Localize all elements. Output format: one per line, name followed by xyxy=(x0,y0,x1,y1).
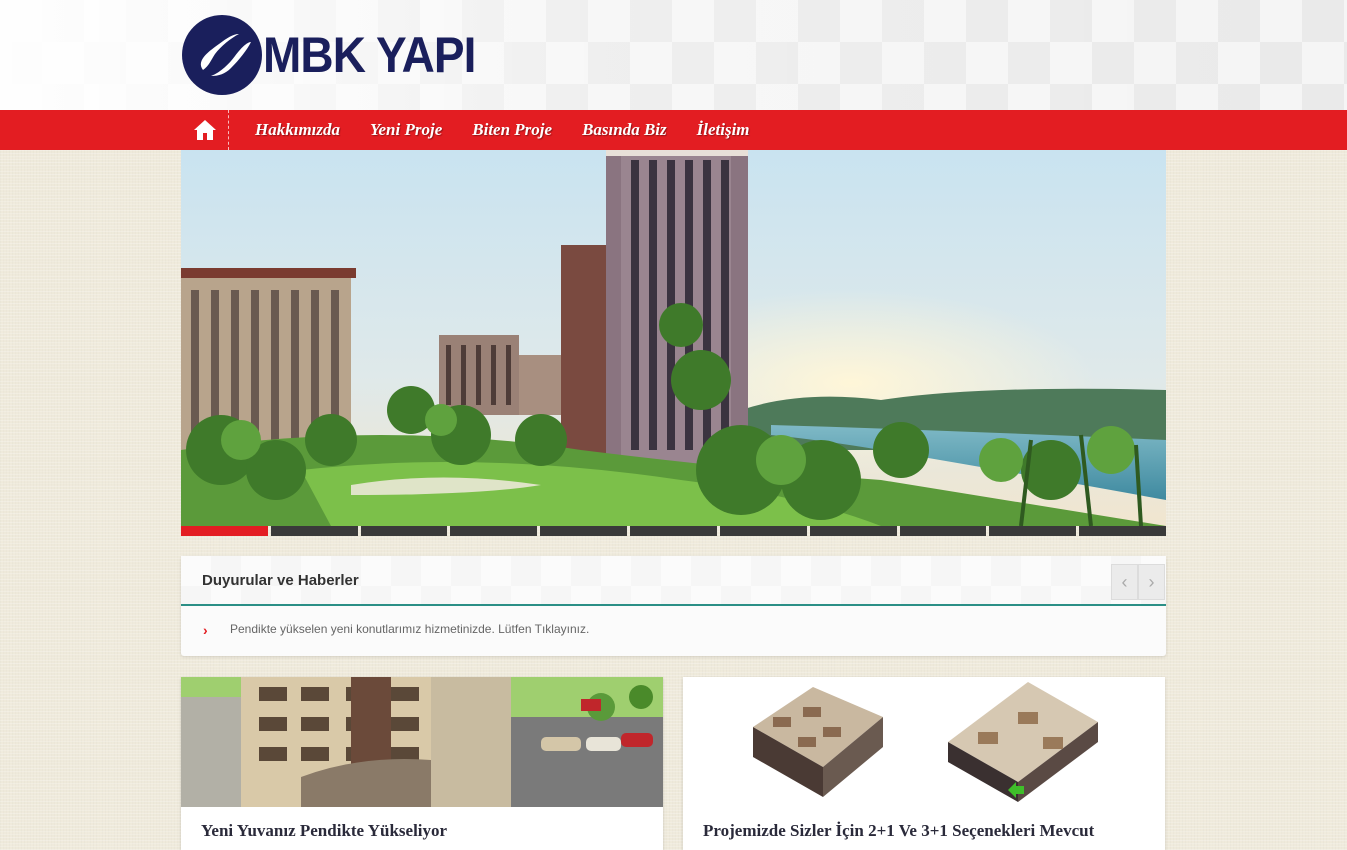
logo-text: MBK YAPI xyxy=(263,27,476,83)
project-card-title[interactable]: Yeni Yuvanız Pendikte Yükseliyor xyxy=(201,821,447,841)
slider-dot-1[interactable] xyxy=(181,526,268,536)
nav-item-hakkimizda[interactable]: Hakkımızda xyxy=(255,120,340,140)
news-header: Duyurular ve Haberler ‹ › xyxy=(181,556,1166,606)
nav-item-biten-proje[interactable]: Biten Proje xyxy=(472,120,552,140)
slider-dot-2[interactable] xyxy=(270,526,358,536)
news-item-link[interactable]: Pendikte yükselen yeni konutlarımız hizm… xyxy=(230,622,589,636)
news-box: Duyurular ve Haberler ‹ › › Pendikte yük… xyxy=(181,556,1166,656)
site-header: MBK YAPI xyxy=(0,0,1347,110)
news-item: › Pendikte yükselen yeni konutlarımız hi… xyxy=(181,606,1166,654)
site-logo[interactable]: MBK YAPI xyxy=(181,14,494,96)
slider-dot-10[interactable] xyxy=(989,526,1077,536)
main-nav: Hakkımızda Yeni Proje Biten Proje Basınd… xyxy=(0,110,1347,150)
home-icon xyxy=(193,120,216,140)
slider-pager xyxy=(181,526,1166,536)
slider-dot-6[interactable] xyxy=(630,526,717,536)
nav-item-yeni-proje[interactable]: Yeni Proje xyxy=(370,120,442,140)
slider-dot-9[interactable] xyxy=(899,526,987,536)
chevron-left-icon: ‹ xyxy=(1121,571,1128,592)
chevron-right-icon: › xyxy=(1148,571,1155,592)
hero-slider[interactable] xyxy=(181,150,1166,526)
project-card[interactable]: Yeni Yuvanız Pendikte Yükseliyor xyxy=(181,677,663,850)
project-card-image xyxy=(683,677,1165,807)
project-card[interactable]: Projemizde Sizler İçin 2+1 Ve 3+1 Seçene… xyxy=(683,677,1165,850)
home-button[interactable] xyxy=(181,110,229,150)
news-nav: ‹ › xyxy=(1111,564,1166,600)
bullet-chevron-icon: › xyxy=(203,622,208,638)
nav-item-basinda-biz[interactable]: Basında Biz xyxy=(582,120,667,140)
hero-slide-image xyxy=(181,150,1166,526)
news-next-button[interactable]: › xyxy=(1138,564,1165,600)
news-title: Duyurular ve Haberler xyxy=(202,572,359,589)
project-card-title[interactable]: Projemizde Sizler İçin 2+1 Ve 3+1 Seçene… xyxy=(703,821,1094,841)
slider-dot-8[interactable] xyxy=(809,526,897,536)
logo-mark-icon xyxy=(182,15,262,95)
slider-dot-11[interactable] xyxy=(1079,526,1166,536)
news-prev-button[interactable]: ‹ xyxy=(1111,564,1138,600)
slider-dot-3[interactable] xyxy=(360,526,448,536)
nav-item-iletisim[interactable]: İletişim xyxy=(697,120,750,140)
slider-dot-7[interactable] xyxy=(719,526,807,536)
project-card-image xyxy=(181,677,663,807)
slider-dot-4[interactable] xyxy=(450,526,538,536)
slider-dot-5[interactable] xyxy=(540,526,628,536)
